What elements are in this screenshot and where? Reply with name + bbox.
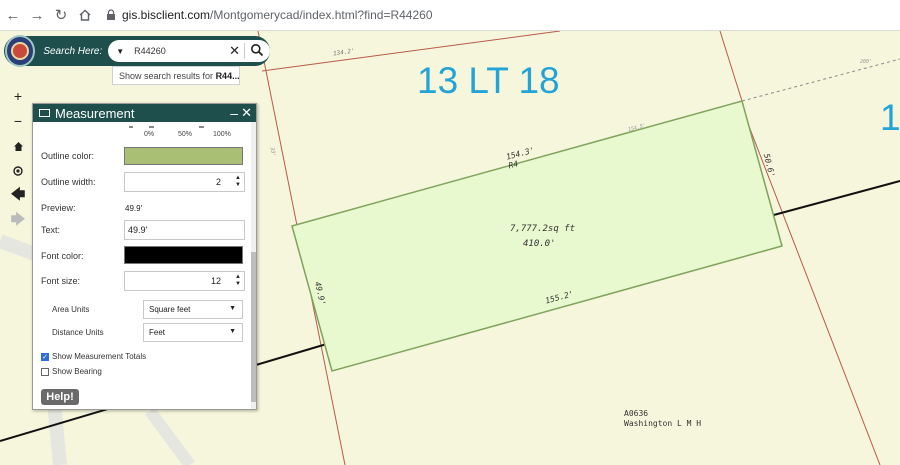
ruler-icon [39, 109, 50, 117]
font-size-input[interactable]: 12 ▲ ▼ [124, 271, 245, 291]
url-path: /Montgomerycad/index.html?find=R44260 [210, 8, 433, 22]
search-suggestion[interactable]: Show search results for R44... [112, 66, 240, 85]
logo-emblem [11, 42, 30, 60]
slider-mid-label: 50% [178, 131, 193, 138]
slider-min-label: 0% [144, 131, 155, 138]
show-bearing-checkbox[interactable] [41, 367, 49, 376]
arrow-right-icon: 🡆 [10, 211, 26, 227]
abstract-code: A0636 [624, 409, 649, 418]
url-host: gis.bisclient.com [122, 8, 211, 22]
search-label: Search Here: [43, 45, 103, 57]
reload-button[interactable]: ↻ [50, 4, 72, 26]
home-extent-button[interactable] [8, 136, 28, 156]
previous-extent-button[interactable]: 🡄 [8, 186, 28, 206]
show-bearing-row[interactable]: Show Bearing [41, 367, 102, 376]
map-tools: + − 🡄 🡆 [8, 86, 28, 236]
area-units-select[interactable]: Square feet ▼ [143, 300, 243, 319]
search-widget: Search Here: ▼ ✕ [4, 35, 270, 67]
show-totals-row[interactable]: ✓ Show Measurement Totals [41, 352, 146, 361]
lot-label-edge: 1 [880, 97, 900, 138]
parcel-boundary [719, 31, 743, 102]
panel-body: 0% 50% 100% Outline color: Outline width… [33, 122, 256, 409]
lot-label: 13 LT 18 [417, 60, 560, 101]
font-color-label: Font color: [41, 251, 84, 261]
distance-units-select[interactable]: Feet ▼ [143, 323, 243, 342]
railway-line [769, 180, 900, 217]
locate-icon [13, 166, 23, 176]
panel-header[interactable]: Measurement – ✕ [33, 104, 256, 122]
stepper-icon[interactable]: ▲ ▼ [235, 274, 241, 288]
back-button[interactable]: ← [2, 4, 24, 26]
transparency-slider-remnant[interactable] [129, 126, 239, 128]
plus-icon: + [13, 88, 23, 104]
lock-icon [107, 9, 115, 20]
parcel-boundary [739, 102, 881, 465]
arrow-right-icon: → [29, 6, 45, 24]
perimeter-label: 410.0' [523, 239, 556, 249]
chevron-down-icon: ▼ [229, 328, 236, 335]
home-icon [13, 141, 23, 151]
outline-width-input[interactable]: 2 ▲ ▼ [124, 172, 245, 192]
chevron-down-icon: ▼ [229, 305, 236, 312]
search-box: ▼ ✕ [108, 40, 270, 62]
close-icon[interactable]: ✕ [241, 104, 252, 122]
outline-color-label: Outline color: [41, 151, 95, 161]
browser-toolbar: ← → ↻ gis.bisclient.com/Montgomerycad/in… [0, 0, 900, 31]
scrollbar[interactable] [251, 122, 256, 409]
font-size-label: Font size: [41, 276, 81, 286]
road-shape [145, 407, 195, 465]
area-label: 7,777.2sq ft [510, 224, 576, 234]
search-input[interactable] [132, 45, 233, 57]
zoom-out-button[interactable]: − [8, 111, 28, 131]
home-button[interactable] [74, 4, 96, 26]
search-type-dropdown[interactable]: ▼ [116, 47, 124, 56]
arrow-left-icon: ← [5, 6, 21, 24]
help-button[interactable]: Help! [41, 389, 79, 405]
distance-units-label: Distance Units [52, 328, 104, 337]
forward-button[interactable]: → [26, 4, 48, 26]
slider-max-label: 100% [213, 131, 231, 138]
reload-icon: ↻ [54, 7, 68, 24]
text-input[interactable]: 49.9' [124, 220, 245, 240]
stepper-icon[interactable]: ▲ ▼ [235, 175, 241, 189]
scroll-thumb[interactable] [251, 252, 256, 402]
address-bar[interactable]: gis.bisclient.com/Montgomerycad/index.ht… [106, 8, 433, 22]
preview-label: Preview: [41, 203, 76, 213]
show-totals-checkbox[interactable]: ✓ [41, 352, 49, 361]
search-divider [244, 43, 245, 59]
home-icon [79, 9, 91, 21]
search-icon[interactable] [250, 43, 264, 57]
outline-width-label: Outline width: [41, 177, 96, 187]
minus-icon: − [13, 113, 23, 129]
panel-title: Measurement [55, 105, 135, 121]
arrow-left-icon: 🡄 [10, 186, 26, 202]
preview-value: 49.9' [125, 204, 143, 213]
area-units-label: Area Units [52, 305, 90, 314]
tiny-edge-label: 200' [860, 59, 873, 65]
county-logo[interactable] [5, 35, 36, 67]
next-extent-button[interactable]: 🡆 [8, 211, 28, 231]
measurement-panel: Measurement – ✕ 0% 50% 100% Outline colo… [32, 103, 257, 410]
minimize-icon[interactable]: – [230, 104, 238, 122]
text-label: Text: [41, 225, 61, 235]
clear-icon[interactable]: ✕ [229, 43, 240, 59]
font-color-swatch[interactable] [124, 246, 243, 264]
abstract-name: Washington L M H [624, 419, 702, 428]
locate-button[interactable] [8, 161, 28, 181]
zoom-in-button[interactable]: + [8, 86, 28, 106]
parcel-boundary-dashed [741, 58, 900, 102]
outline-color-swatch[interactable] [124, 147, 243, 165]
selected-parcel[interactable] [291, 100, 783, 372]
